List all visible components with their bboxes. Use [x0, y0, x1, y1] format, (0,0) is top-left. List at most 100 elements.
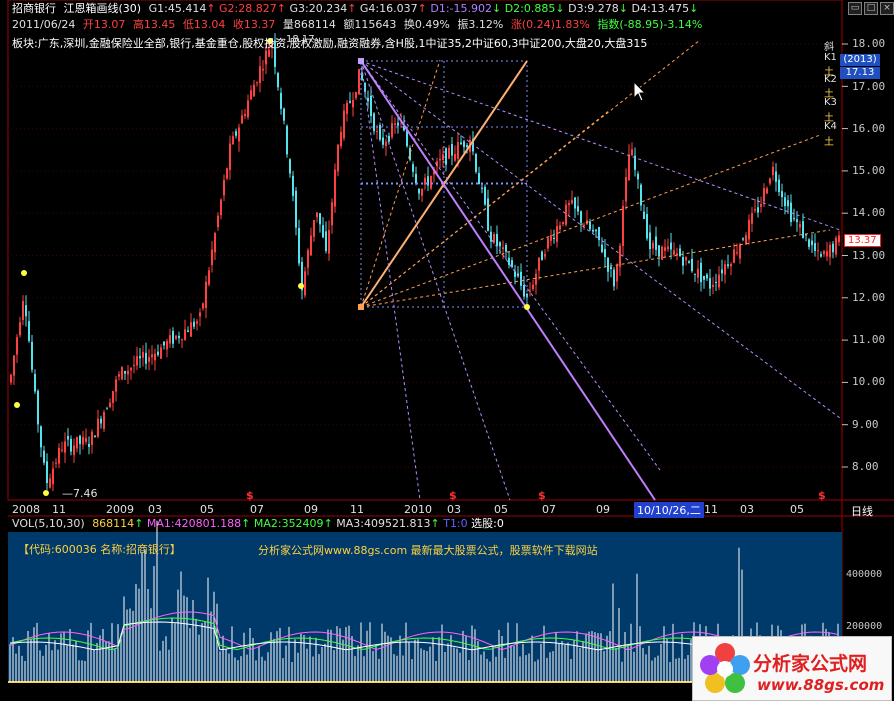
candle-body — [322, 225, 324, 238]
candle-body — [25, 305, 27, 317]
candle-body — [424, 177, 426, 185]
candle-body — [649, 232, 651, 250]
candle-body — [691, 258, 693, 272]
candle-body — [514, 271, 516, 277]
k-panel-row: K3 — [824, 97, 837, 108]
price-badge: 17.13 — [840, 67, 880, 79]
candle-body — [550, 235, 552, 241]
pivot-dot — [43, 490, 49, 496]
candle-body — [829, 244, 831, 258]
time-tick: 03 — [740, 503, 754, 516]
dividend-marker-icon[interactable]: $ — [449, 489, 457, 502]
sector-line: 板块:广东,深圳,金融保险业全部,银行,基金重仓,股权投资,股权激励,融资融券,… — [12, 37, 648, 50]
candle-body — [85, 437, 87, 442]
candle-body — [430, 176, 432, 189]
candle-body — [298, 228, 300, 264]
candle-body — [202, 303, 204, 309]
candle-body — [46, 461, 48, 483]
candle-body — [643, 211, 645, 219]
candle-body — [307, 250, 309, 268]
site-watermark: 分析家公式网 www.88gs.com — [692, 636, 892, 701]
candle-body — [655, 236, 657, 250]
g4-value: G4:16.037 — [359, 2, 418, 15]
d2-arrow-icon: ↓ — [555, 2, 565, 15]
volume-ma3: MA3:409521.813 — [336, 517, 431, 530]
candle-body — [538, 257, 540, 271]
window-close-icon[interactable]: × — [880, 2, 894, 15]
window-maximize-icon[interactable]: □ — [864, 2, 878, 15]
candle-body — [184, 329, 186, 340]
quote-close: 收13.37 — [232, 18, 276, 31]
dividend-marker-icon[interactable]: $ — [818, 489, 826, 502]
candle-body — [397, 122, 399, 126]
candle-body — [205, 281, 207, 308]
candle-body — [124, 371, 126, 374]
candle-body — [250, 90, 252, 100]
candle-body — [775, 171, 777, 182]
candle-body — [358, 68, 360, 95]
candle-body — [574, 197, 576, 209]
candle-body — [43, 450, 45, 463]
candle-body — [406, 130, 408, 147]
window-restore-icon[interactable]: ▭ — [848, 2, 862, 15]
candle-body — [739, 244, 741, 259]
candle-body — [694, 273, 696, 275]
candle-body — [313, 220, 315, 237]
candle-body — [541, 251, 543, 261]
candle-body — [31, 341, 33, 370]
candle-body — [556, 226, 558, 242]
candle-body — [67, 436, 69, 440]
candle-body — [28, 321, 30, 341]
candle-body — [190, 322, 192, 337]
candle-body — [214, 233, 216, 253]
candle-body — [766, 188, 768, 194]
k-panel-row: K1 — [824, 52, 837, 63]
candle-body — [199, 312, 201, 317]
price-tick: 13.00 — [852, 249, 886, 262]
d3-value: D3:9.278 — [568, 2, 619, 15]
candle-body — [82, 437, 84, 445]
g2-value: G2:28.827 — [219, 2, 277, 15]
candle-body — [16, 337, 18, 355]
candle-body — [784, 197, 786, 207]
candle-body — [172, 330, 174, 344]
current-price-tag: 13.37 — [844, 234, 881, 247]
candle-body — [568, 203, 570, 205]
candle-body — [394, 123, 396, 126]
dividend-marker-icon[interactable]: $ — [538, 489, 546, 502]
quote-amount: 额115643 — [343, 18, 397, 31]
indicator-name[interactable]: 江恩箱画线(30) — [64, 2, 142, 15]
chart-canvas[interactable] — [0, 0, 894, 701]
candle-body — [709, 278, 711, 289]
candle-body — [670, 242, 672, 250]
candle-body — [340, 131, 342, 147]
candle-body — [367, 97, 369, 102]
candle-body — [790, 202, 792, 222]
high-price-label: —18.17 — [276, 34, 315, 45]
candle-body — [382, 137, 384, 145]
candle-body — [163, 341, 165, 346]
candle-body — [445, 148, 447, 165]
candle-body — [688, 261, 690, 263]
candle-body — [277, 73, 279, 88]
dividend-marker-icon[interactable]: $ — [246, 489, 254, 502]
candle-body — [592, 229, 594, 232]
candle-body — [799, 224, 801, 228]
quote-open: 开13.07 — [82, 18, 126, 31]
candle-body — [121, 367, 123, 380]
volume-title[interactable]: VOL(5,10,30) — [12, 517, 85, 530]
quote-low: 低13.04 — [182, 18, 226, 31]
stock-code-banner: 【代码:600036 名称:招商银行】 — [18, 543, 181, 556]
candle-body — [553, 237, 555, 239]
candle-body — [724, 264, 726, 275]
volume-tick: 200000 — [846, 621, 883, 632]
candle-body — [64, 441, 66, 453]
time-tick: 03 — [447, 503, 461, 516]
candle-body — [565, 204, 567, 225]
candle-body — [619, 245, 621, 267]
year-badge: (2013) — [840, 54, 880, 66]
candle-body — [328, 229, 330, 254]
candle-body — [91, 431, 93, 445]
candle-body — [661, 246, 663, 260]
period-button[interactable]: 日线 — [851, 503, 873, 519]
